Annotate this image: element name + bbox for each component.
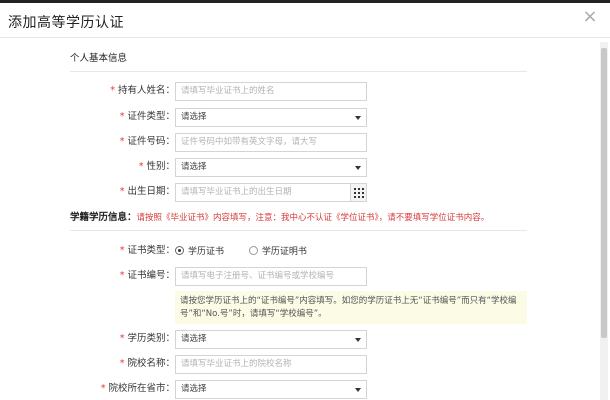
id-number-input[interactable]: 证件号码中如带有英文字母，请大写 xyxy=(175,133,367,152)
cert-number-label: * 证书编号： xyxy=(119,270,175,281)
holder-name-label: * 持有人姓名： xyxy=(110,85,175,96)
calendar-button[interactable] xyxy=(350,183,367,202)
required-mark: * xyxy=(119,358,125,369)
gender-select[interactable]: 请选择 xyxy=(175,158,367,177)
school-name-label: * 院校名称： xyxy=(119,358,175,369)
school-city-label: * 院校所在省市： xyxy=(100,383,175,394)
required-mark: * xyxy=(119,333,125,344)
cert-number-input[interactable]: 请填写电子注册号、证书编号或学校编号 xyxy=(175,267,367,286)
section-title-education: 学籍学历信息： xyxy=(70,212,137,223)
education-notice: 请按照《毕业证书》内容填写，注意：我中心不认证《学位证书》，请不要填写学位证书内… xyxy=(136,213,490,223)
radio-label: 学历证明书 xyxy=(261,247,307,257)
chevron-down-icon xyxy=(355,116,361,120)
education-section-header: 学籍学历信息：请按照《毕业证书》内容填写，注意：我中心不认证《学位证书》，请不要… xyxy=(70,209,489,223)
required-mark: * xyxy=(110,85,115,96)
radio-cert-proof[interactable] xyxy=(248,246,258,255)
calendar-icon xyxy=(354,188,364,198)
id-type-label: * 证件类型： xyxy=(119,111,175,122)
cert-type-radio-group: 学历证书 学历证明书 xyxy=(175,244,329,258)
chevron-down-icon xyxy=(355,388,361,392)
required-mark: * xyxy=(100,383,106,394)
section-title-personal: 个人基本信息 xyxy=(70,53,128,64)
required-mark: * xyxy=(119,111,125,122)
window-top-edge xyxy=(0,0,610,3)
birth-date-label: * 出生日期： xyxy=(119,186,175,197)
gender-label: * 性别： xyxy=(138,161,175,172)
holder-name-input[interactable]: 请填写毕业证书上的姓名 xyxy=(175,82,367,101)
required-mark: * xyxy=(119,186,125,197)
radio-cert-diploma[interactable] xyxy=(175,246,184,255)
close-icon[interactable]: × xyxy=(582,8,598,26)
id-number-label: * 证件号码： xyxy=(119,136,175,147)
birth-date-input[interactable]: 请填写毕业证书上的出生日期 xyxy=(175,183,351,202)
chevron-down-icon xyxy=(355,166,361,170)
chevron-down-icon xyxy=(355,338,361,342)
cert-type-label: * 证书类型： xyxy=(119,245,175,256)
edu-level-label: * 学历类别： xyxy=(119,333,175,344)
required-mark: * xyxy=(119,136,125,147)
required-mark: * xyxy=(119,270,125,281)
section-divider xyxy=(70,71,527,72)
required-mark: * xyxy=(138,161,144,172)
dialog-title: 添加高等学历认证 xyxy=(8,15,124,31)
edu-level-select[interactable]: 请选择 xyxy=(175,330,367,349)
required-mark: * xyxy=(119,245,125,256)
scrollbar-thumb[interactable] xyxy=(601,48,607,338)
radio-label: 学历证书 xyxy=(188,247,225,257)
cert-number-hint: 请按您学历证书上的“证书编号”内容填写。如您的学历证书上无“证书编号”而只有“学… xyxy=(175,291,527,324)
id-type-select[interactable]: 请选择 xyxy=(175,108,367,127)
title-divider xyxy=(0,37,610,38)
school-name-input[interactable]: 请填写毕业证书上的院校名称 xyxy=(175,355,367,374)
school-city-select[interactable]: 请选择 xyxy=(175,380,367,399)
section-divider xyxy=(70,230,527,231)
